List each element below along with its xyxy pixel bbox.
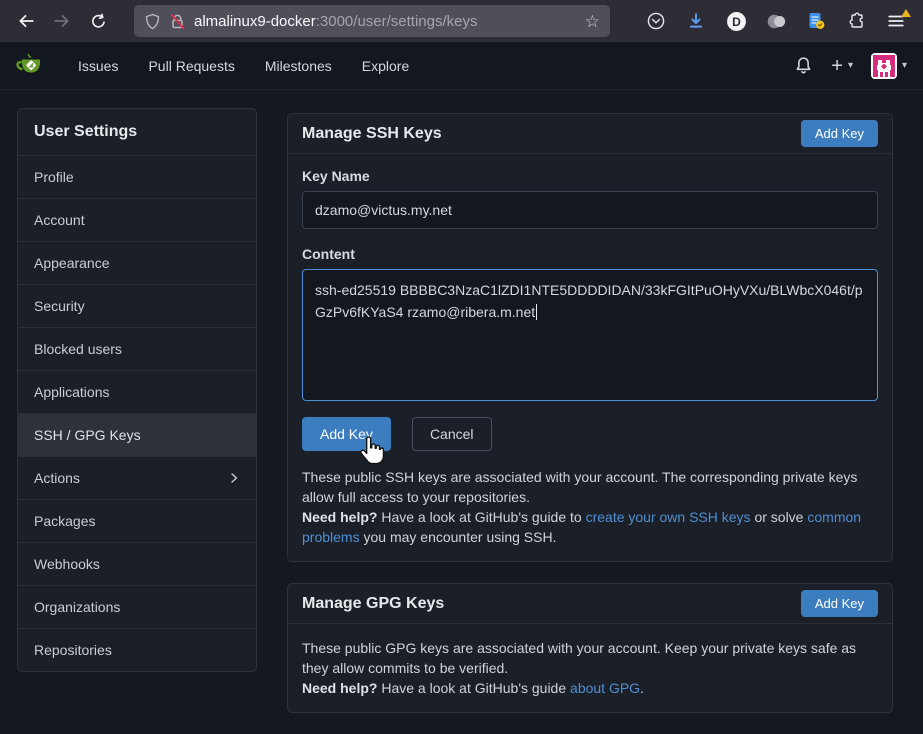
sidebar-item-blocked-users[interactable]: Blocked users <box>18 328 256 371</box>
plus-icon: + <box>831 56 843 76</box>
key-name-label: Key Name <box>302 168 878 184</box>
sidebar-item-applications[interactable]: Applications <box>18 371 256 414</box>
sidebar-item-organizations[interactable]: Organizations <box>18 586 256 629</box>
ssh-header-add-key-button[interactable]: Add Key <box>801 120 878 147</box>
content-textarea[interactable]: ssh-ed25519 BBBBC3NzaC1lZDI1NTE5DDDDIDAN… <box>302 269 878 401</box>
insecure-lock-icon[interactable] <box>169 13 186 30</box>
svg-text:D: D <box>732 14 741 28</box>
gpg-panel-body: These public GPG keys are associated wit… <box>288 624 892 712</box>
gpg-help-text: These public GPG keys are associated wit… <box>302 638 878 698</box>
settings-page: User Settings Profile Account Appearance… <box>0 90 923 713</box>
sidebar-item-repositories[interactable]: Repositories <box>18 629 256 671</box>
circles-extension-button[interactable] <box>759 6 793 36</box>
user-avatar <box>871 53 897 79</box>
ssh-keys-panel: Manage SSH Keys Add Key Key Name Content… <box>287 113 893 562</box>
need-help-label: Need help? <box>302 680 377 696</box>
gitea-logo[interactable] <box>16 51 46 81</box>
sidebar-item-security[interactable]: Security <box>18 285 256 328</box>
nav-link-explore[interactable]: Explore <box>350 50 421 82</box>
download-icon <box>687 12 705 30</box>
chevron-right-icon <box>228 472 240 484</box>
create-new-dropdown[interactable]: + ▾ <box>831 56 853 76</box>
sidebar-item-ssh-gpg-keys[interactable]: SSH / GPG Keys <box>18 414 256 457</box>
downloads-button[interactable] <box>679 6 713 36</box>
sidebar-item-webhooks[interactable]: Webhooks <box>18 543 256 586</box>
key-name-input[interactable] <box>302 191 878 229</box>
pocket-button[interactable] <box>639 6 673 36</box>
add-key-submit-button[interactable]: Add Key <box>302 417 391 451</box>
document-badge-icon <box>806 11 826 31</box>
content-label: Content <box>302 246 878 262</box>
settings-main: Manage SSH Keys Add Key Key Name Content… <box>287 113 893 713</box>
nav-link-issues[interactable]: Issues <box>66 50 130 82</box>
back-icon <box>17 12 35 30</box>
account-extension-button[interactable]: D <box>719 6 753 36</box>
browser-extension-area: D <box>639 6 913 36</box>
ssh-panel-header: Manage SSH Keys Add Key <box>288 114 892 154</box>
sidebar-item-profile[interactable]: Profile <box>18 156 256 199</box>
ssh-panel-body: Key Name Content ssh-ed25519 BBBBC3NzaC1… <box>288 154 892 561</box>
d-circle-icon: D <box>726 11 747 32</box>
user-menu-dropdown[interactable]: ▾ <box>871 53 907 79</box>
gpg-keys-panel: Manage GPG Keys Add Key These public GPG… <box>287 583 893 713</box>
url-host: almalinux9-docker <box>194 13 316 30</box>
about-gpg-link[interactable]: about GPG <box>570 680 640 696</box>
extensions-button[interactable] <box>839 6 873 36</box>
ssh-panel-title: Manage SSH Keys <box>302 125 442 143</box>
sidebar-title: User Settings <box>18 109 256 156</box>
forward-icon <box>53 12 71 30</box>
doc-checker-extension-button[interactable] <box>799 6 833 36</box>
puzzle-icon <box>846 11 866 31</box>
content-text: ssh-ed25519 BBBBC3NzaC1lZDI1NTE5DDDDIDAN… <box>315 282 863 320</box>
sidebar-item-actions[interactable]: Actions <box>18 457 256 500</box>
sidebar-item-appearance[interactable]: Appearance <box>18 242 256 285</box>
navbar-right: + ▾ ▾ <box>794 53 907 79</box>
shield-icon[interactable] <box>144 13 161 30</box>
forward-button[interactable] <box>46 6 78 36</box>
text-caret <box>536 304 537 320</box>
sidebar-item-account[interactable]: Account <box>18 199 256 242</box>
gray-circles-icon <box>766 11 787 32</box>
menu-alert-badge <box>901 9 911 17</box>
bell-icon <box>794 56 813 75</box>
refresh-icon <box>90 13 107 30</box>
pocket-icon <box>646 11 666 31</box>
url-text[interactable]: almalinux9-docker:3000/user/settings/key… <box>194 13 577 30</box>
chevron-down-icon: ▾ <box>848 60 853 71</box>
menu-button[interactable] <box>879 6 913 36</box>
browser-toolbar: almalinux9-docker:3000/user/settings/key… <box>0 0 923 42</box>
need-help-label: Need help? <box>302 509 377 525</box>
site-navbar: Issues Pull Requests Milestones Explore … <box>0 42 923 90</box>
bookmark-star-icon[interactable]: ☆ <box>585 13 600 30</box>
back-button[interactable] <box>10 6 42 36</box>
url-path: :3000/user/settings/keys <box>316 13 478 30</box>
chevron-down-icon: ▾ <box>902 60 907 71</box>
ssh-form-buttons: Add Key Cancel <box>302 417 878 451</box>
sidebar-item-packages[interactable]: Packages <box>18 500 256 543</box>
gpg-panel-title: Manage GPG Keys <box>302 595 444 613</box>
create-ssh-keys-link[interactable]: create your own SSH keys <box>586 509 751 525</box>
gpg-header-add-key-button[interactable]: Add Key <box>801 590 878 617</box>
refresh-button[interactable] <box>82 6 114 36</box>
ssh-help-text: These public SSH keys are associated wit… <box>302 467 878 547</box>
gpg-panel-header: Manage GPG Keys Add Key <box>288 584 892 624</box>
nav-link-pull-requests[interactable]: Pull Requests <box>136 50 246 82</box>
settings-sidebar: User Settings Profile Account Appearance… <box>17 108 257 672</box>
notifications-button[interactable] <box>794 56 813 75</box>
url-bar[interactable]: almalinux9-docker:3000/user/settings/key… <box>134 5 610 37</box>
cancel-button[interactable]: Cancel <box>412 417 492 451</box>
nav-link-milestones[interactable]: Milestones <box>253 50 344 82</box>
